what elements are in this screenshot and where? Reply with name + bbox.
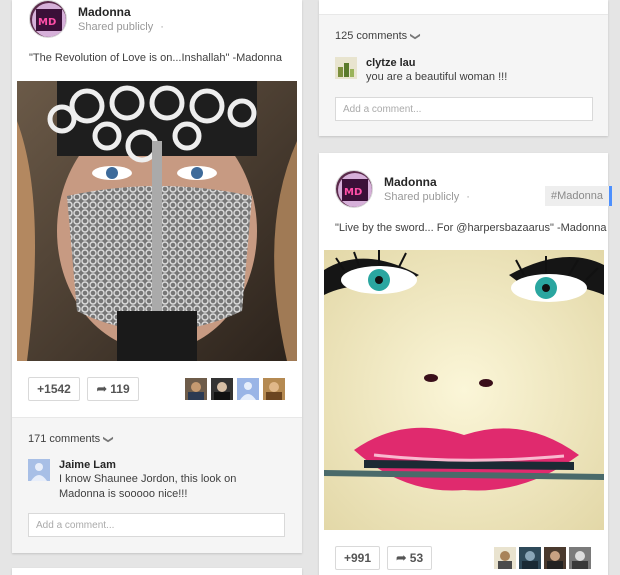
post-photo[interactable] (17, 81, 297, 361)
share-count: 119 (110, 382, 130, 396)
chevron-down-icon: ❯ (102, 434, 114, 444)
separator-dot: · (160, 21, 164, 33)
commenter-name[interactable]: clytze lau (366, 57, 416, 69)
post-card-sword: MD Madonna Shared publicly · #Madonna "L… (319, 153, 612, 575)
post-photo[interactable] (324, 250, 604, 530)
svg-text:MD: MD (344, 187, 362, 198)
plusoner-avatar[interactable] (211, 378, 233, 400)
add-comment-input[interactable]: Add a comment... (335, 97, 593, 121)
comments-section: 171 comments ❯ Jaime Lam I know Shaunee … (12, 417, 302, 553)
chevron-down-icon: ❯ (409, 31, 421, 41)
svg-text:MD: MD (38, 17, 56, 28)
share-button[interactable]: ➦ 119 (87, 377, 139, 401)
share-count: 53 (409, 551, 424, 565)
post-author[interactable]: Madonna (78, 5, 131, 19)
post-author[interactable]: Madonna (384, 175, 437, 189)
post-visibility[interactable]: Shared publicly · (78, 21, 164, 33)
plusoner-avatar[interactable] (494, 547, 516, 569)
plus-count: +991 (343, 551, 372, 565)
share-arrow-icon: ➦ (96, 381, 108, 396)
post-card-revolution: MD Madonna Shared publicly · "The Revolu… (12, 0, 302, 553)
plusoner-avatar[interactable] (263, 378, 285, 400)
plusoner-avatar[interactable] (519, 547, 541, 569)
post-card-previous: 125 comments ❯ clytze lau you are a beau… (319, 0, 608, 136)
share-arrow-icon: ➦ (395, 550, 407, 565)
post-visibility[interactable]: Shared publicly · (384, 191, 470, 203)
madonna-avatar[interactable]: MD (335, 170, 373, 208)
visibility-label: Shared publicly (78, 21, 154, 33)
visibility-label: Shared publicly (384, 191, 460, 203)
commenter-avatar[interactable] (335, 57, 357, 79)
separator-dot: · (466, 191, 470, 203)
plus-count: +1542 (37, 382, 71, 396)
add-comment-input[interactable]: Add a comment... (28, 513, 285, 537)
comments-count: 171 comments (28, 433, 101, 445)
plusoner-avatar[interactable] (544, 547, 566, 569)
plus-one-button[interactable]: +991 (335, 546, 380, 570)
post-text: "Live by the sword... For @harpersbazaar… (335, 222, 607, 234)
madonna-avatar[interactable]: MD (29, 0, 67, 38)
hashtag-chip[interactable]: #Madonna (545, 186, 612, 206)
comment-text: I know Shaunee Jordon, this look on Mado… (59, 473, 237, 500)
plusoner-avatar[interactable] (237, 378, 259, 400)
plusoner-avatar[interactable] (569, 547, 591, 569)
comment-text: you are a beautiful woman !!! (366, 71, 508, 83)
commenter-name[interactable]: Jaime Lam (59, 459, 116, 471)
comments-toggle[interactable]: 125 comments ❯ (335, 30, 421, 42)
post-text: "The Revolution of Love is on...Inshalla… (29, 52, 283, 64)
comments-section: 125 comments ❯ clytze lau you are a beau… (319, 14, 608, 136)
plus-one-button[interactable]: +1542 (28, 377, 80, 401)
commenter-avatar[interactable] (28, 459, 50, 481)
share-button[interactable]: ➦ 53 (387, 546, 432, 570)
post-card-next (12, 568, 302, 575)
comments-toggle[interactable]: 171 comments ❯ (28, 433, 114, 445)
plusoner-avatar[interactable] (185, 378, 207, 400)
comments-count: 125 comments (335, 30, 408, 42)
